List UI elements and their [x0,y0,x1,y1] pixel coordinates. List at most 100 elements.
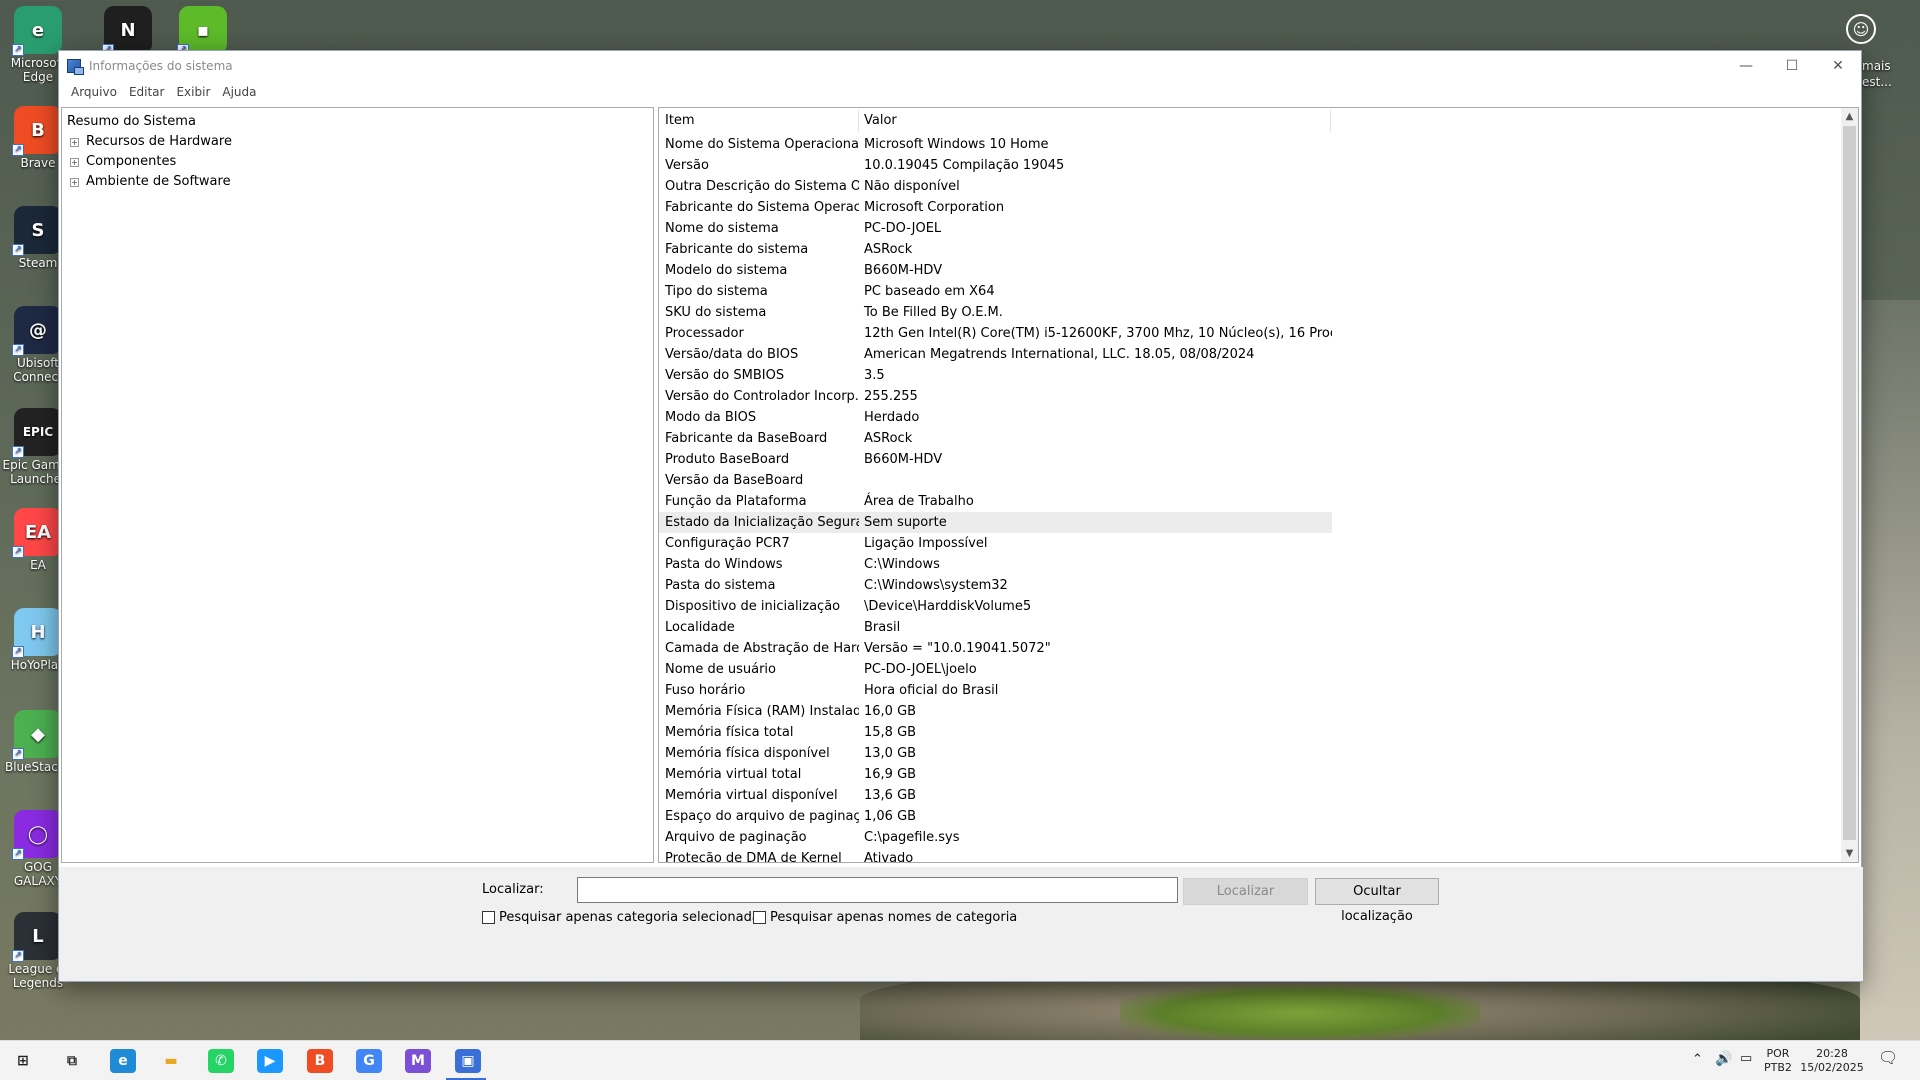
app-icon[interactable]: B ↗ [12,106,62,156]
checkbox-label[interactable]: Pesquisar apenas nomes de categoria [770,910,1017,925]
row-item-cell[interactable]: Versão/data do BIOS [659,344,859,365]
desktop-icon[interactable]: ▪↗ [165,6,241,56]
system-info-icon[interactable]: ▣ [455,1049,481,1073]
row-value-cell[interactable]: 1,06 GB [859,806,1332,827]
row-value-cell[interactable]: Brasil [859,617,1332,638]
m365-icon[interactable]: M [405,1049,431,1073]
table-row[interactable]: Modelo do sistema B660M-HDV [659,260,1332,281]
table-row[interactable]: Versão do Controlador Incorp... 255.255 [659,386,1332,407]
row-item-cell[interactable]: SKU do sistema [659,302,859,323]
checkbox-box[interactable] [482,911,495,924]
chevron-up-icon[interactable]: ⌃ [1692,1053,1703,1067]
row-value-cell[interactable]: Versão = "10.0.19041.5072" [859,638,1332,659]
tree-item-label[interactable]: Componentes [86,152,176,172]
row-value-cell[interactable]: Hora oficial do Brasil [859,680,1332,701]
clock[interactable]: 20:28 15/02/2025 [1800,1047,1864,1075]
tree-item-resumo[interactable]: Resumo do Sistema [67,112,648,132]
edge-icon[interactable]: e [110,1049,136,1073]
minimize-button[interactable]: — [1723,51,1769,81]
row-item-cell[interactable]: Modelo do sistema [659,260,859,281]
row-value-cell[interactable]: Ligação Impossível [859,533,1332,554]
row-value-cell[interactable]: B660M-HDV [859,260,1332,281]
row-item-cell[interactable]: Localidade [659,617,859,638]
app-icon[interactable]: ◯ ↗ [12,810,62,860]
table-row[interactable]: Memória virtual disponível 13,6 GB [659,785,1332,806]
table-row[interactable]: Fabricante da BaseBoard ASRock [659,428,1332,449]
row-item-cell[interactable]: Nome de usuário [659,659,859,680]
row-item-cell[interactable]: Versão da BaseBoard [659,470,859,491]
brave-icon[interactable]: B [307,1049,333,1073]
find-input[interactable] [577,877,1178,903]
row-item-cell[interactable]: Modo da BIOS [659,407,859,428]
app-icon[interactable]: H ↗ [12,608,62,658]
app-icon[interactable]: EA ↗ [12,508,62,558]
row-item-cell[interactable]: Pasta do Windows [659,554,859,575]
menu-arquivo[interactable]: Arquivo [65,85,123,99]
row-value-cell[interactable]: C:\pagefile.sys [859,827,1332,848]
scroll-thumb[interactable] [1843,126,1856,840]
row-value-cell[interactable]: 255.255 [859,386,1332,407]
row-value-cell[interactable]: 15,8 GB [859,722,1332,743]
row-item-cell[interactable]: Camada de Abstração de Hard... [659,638,859,659]
scroll-up-icon[interactable]: ▲ [1841,108,1858,125]
row-item-cell[interactable]: Produto BaseBoard [659,449,859,470]
table-row[interactable]: Versão/data do BIOS American Megatrends I… [659,344,1332,365]
notifications-icon[interactable]: 🗨 [1878,1050,1898,1066]
row-value-cell[interactable]: C:\Windows\system32 [859,575,1332,596]
table-row[interactable]: Memória Física (RAM) Instalada 16,0 GB [659,701,1332,722]
row-value-cell[interactable]: 16,0 GB [859,701,1332,722]
row-item-cell[interactable]: Fabricante da BaseBoard [659,428,859,449]
row-item-cell[interactable]: Dispositivo de inicialização [659,596,859,617]
table-row[interactable]: Localidade Brasil [659,617,1332,638]
tree-item-label[interactable]: Ambiente de Software [86,172,231,192]
scroll-down-icon[interactable]: ▼ [1841,845,1858,862]
checkbox-box[interactable] [753,911,766,924]
row-item-cell[interactable]: Espaço do arquivo de paginaç... [659,806,859,827]
top-right-label[interactable]: mais est... [1862,58,1918,90]
row-value-cell[interactable]: \Device\HarddiskVolume5 [859,596,1332,617]
app-icon[interactable]: L ↗ [12,912,62,962]
row-value-cell[interactable]: To Be Filled By O.E.M. [859,302,1332,323]
row-item-cell[interactable]: Memória física disponível [659,743,859,764]
start-icon[interactable]: ⊞ [10,1049,36,1073]
row-item-cell[interactable]: Configuração PCR7 [659,533,859,554]
table-row[interactable]: Memória física total 15,8 GB [659,722,1332,743]
table-row[interactable]: Camada de Abstração de Hard... Versão = "… [659,638,1332,659]
row-item-cell[interactable]: Memória física total [659,722,859,743]
table-row[interactable]: Configuração PCR7 Ligação Impossível [659,533,1332,554]
table-row[interactable]: Fabricante do sistema ASRock [659,239,1332,260]
row-item-cell[interactable]: Fabricante do Sistema Operaci... [659,197,859,218]
row-value-cell[interactable]: American Megatrends International, LLC. … [859,344,1332,365]
tree-item-software[interactable]: + Ambiente de Software [67,172,648,192]
table-row[interactable]: Arquivo de paginação C:\pagefile.sys [659,827,1332,848]
row-value-cell[interactable]: Herdado [859,407,1332,428]
row-item-cell[interactable]: Versão do Controlador Incorp... [659,386,859,407]
row-item-cell[interactable]: Tipo do sistema [659,281,859,302]
app-icon[interactable]: e ↗ [12,6,62,56]
row-item-cell[interactable]: Arquivo de paginação [659,827,859,848]
table-row[interactable]: Tipo do sistema PC baseado em X64 [659,281,1332,302]
menu-exibir[interactable]: Exibir [170,85,216,99]
search-category-names-checkbox[interactable]: Pesquisar apenas nomes de categoria [753,910,1017,925]
row-value-cell[interactable]: Área de Trabalho [859,491,1332,512]
row-value-cell[interactable]: Não disponível [859,176,1332,197]
expand-icon[interactable]: + [70,137,79,147]
column-header-item[interactable]: Item [659,109,859,132]
table-row[interactable]: Versão do SMBIOS 3.5 [659,365,1332,386]
row-item-cell[interactable]: Memória virtual total [659,764,859,785]
hide-find-button[interactable]: Ocultar localização [1315,878,1439,924]
row-value-cell[interactable]: ASRock [859,239,1332,260]
row-value-cell[interactable]: B660M-HDV [859,449,1332,470]
table-row[interactable]: Outra Descrição do Sistema O... Não dispo… [659,176,1332,197]
row-value-cell[interactable]: 10.0.19045 Compilação 19045 [859,155,1332,176]
row-item-cell[interactable]: Função da Plataforma [659,491,859,512]
row-item-cell[interactable]: Memória virtual disponível [659,785,859,806]
row-value-cell[interactable]: ASRock [859,428,1332,449]
row-item-cell[interactable]: Estado da Inicialização Segura [659,512,859,533]
file-explorer-icon[interactable]: ▬ [158,1049,184,1073]
row-value-cell[interactable]: PC baseado em X64 [859,281,1332,302]
row-value-cell[interactable]: 13,0 GB [859,743,1332,764]
row-value-cell[interactable]: 13,6 GB [859,785,1332,806]
row-item-cell[interactable]: Fuso horário [659,680,859,701]
expand-icon[interactable]: + [70,177,79,187]
